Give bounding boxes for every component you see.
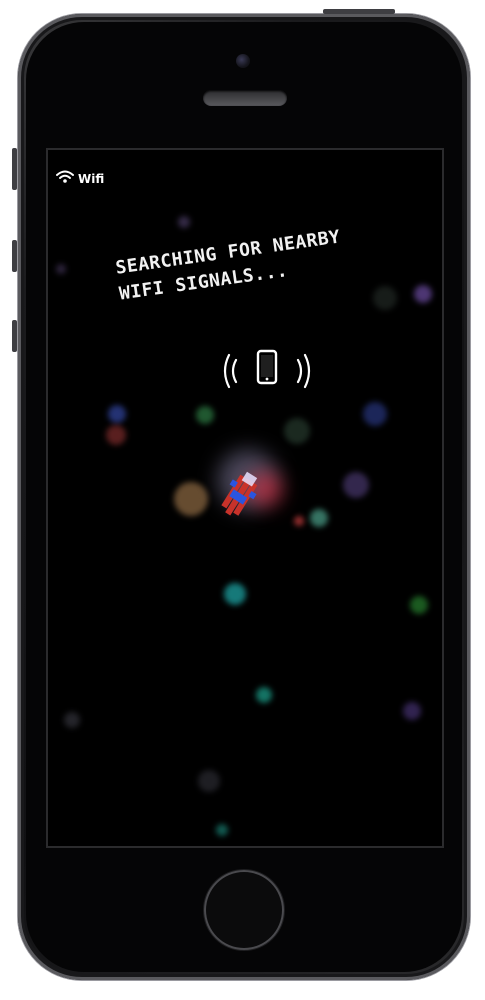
status-bar: Wifi: [56, 170, 104, 187]
bokeh-orb: [106, 425, 126, 445]
bokeh-orb: [198, 770, 220, 792]
game-screen: Wifi SEARCHING FOR NEARBY WIFI SIGNALS..…: [46, 148, 444, 848]
searching-message: SEARCHING FOR NEARBY WIFI SIGNALS...: [114, 226, 342, 305]
bokeh-orb: [284, 418, 310, 444]
wifi-icon: [56, 170, 74, 187]
bokeh-orb: [256, 687, 272, 703]
bokeh-orb: [174, 482, 208, 516]
bokeh-orb: [108, 405, 126, 423]
phone-signal-icon: [222, 346, 312, 400]
wifi-label: Wifi: [78, 171, 105, 186]
bokeh-orb: [410, 596, 428, 614]
bokeh-orb: [178, 216, 190, 228]
bokeh-orb: [56, 264, 66, 274]
home-button[interactable]: [204, 870, 284, 950]
bokeh-orb: [414, 285, 432, 303]
front-camera: [236, 54, 250, 68]
power-button: [323, 9, 395, 14]
bokeh-orb: [216, 824, 228, 836]
bokeh-orb: [294, 516, 304, 526]
volume-up-button: [12, 240, 17, 272]
bokeh-orb: [343, 472, 369, 498]
bokeh-orb: [403, 702, 421, 720]
bokeh-orb: [64, 712, 80, 728]
mute-switch: [12, 148, 17, 190]
bokeh-orb: [224, 583, 246, 605]
pixel-character: [210, 468, 270, 532]
bokeh-orb: [363, 402, 387, 426]
bokeh-orb: [310, 509, 328, 527]
volume-down-button: [12, 320, 17, 352]
bokeh-orb: [196, 406, 214, 424]
bokeh-orb: [373, 286, 397, 310]
earpiece-speaker: [203, 90, 287, 106]
